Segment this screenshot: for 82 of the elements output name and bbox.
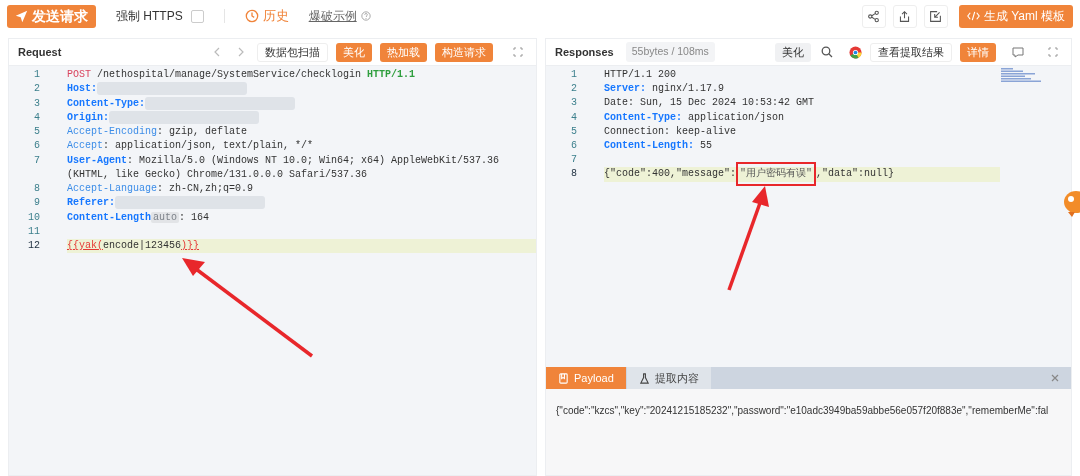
fullscreen-icon[interactable]	[513, 47, 523, 57]
code-line: Content-Type: application/json	[604, 111, 785, 123]
fullscreen-icon[interactable]	[1048, 47, 1058, 57]
code-line: {{yak(encode|123456)}}	[66, 240, 199, 251]
action-button[interactable]: 美化	[336, 42, 372, 62]
line-number: 8	[32, 182, 40, 197]
line-number: 2	[570, 82, 577, 97]
generate-yaml-button[interactable]: 生成 Yaml 模板	[958, 4, 1073, 28]
line-number: 1	[32, 68, 40, 82]
toolbar-button[interactable]: 查看提取结果	[870, 42, 952, 62]
code-text: Host:	[66, 83, 97, 95]
code-icon	[966, 11, 980, 21]
export-button[interactable]	[892, 4, 917, 28]
help-icon	[360, 11, 371, 21]
code-text: Referer:	[66, 197, 115, 209]
send-button[interactable]: 发送请求	[7, 4, 96, 28]
code-line: Accept-Encoding: gzip, deflate	[66, 126, 247, 138]
history-link[interactable]: 历史	[262, 6, 289, 26]
code-text: ,"data":null}	[816, 168, 895, 180]
flask-icon	[638, 372, 650, 384]
line-number: 5	[32, 125, 40, 140]
code-line: Server: nginx/1.17.9	[604, 83, 725, 95]
action-button[interactable]: 热加载	[380, 42, 427, 62]
example-link[interactable]: 爆破示例	[308, 7, 357, 25]
panel-title: Responses	[555, 44, 614, 60]
panel-tab[interactable]: Payload	[546, 367, 626, 389]
code-line: HTTP/1.1 200	[604, 69, 676, 80]
code-line: Content-Length: 55	[604, 140, 713, 151]
line-number: 6	[570, 139, 577, 153]
line-number: 6	[32, 139, 40, 154]
minimap-drawing	[1001, 68, 1041, 82]
auto-tag: auto	[151, 211, 179, 223]
line-number: 7	[32, 153, 40, 168]
book-icon	[558, 372, 569, 384]
code-line: User-Agent: Mozilla/5.0 (Windows NT 10.0; Win64; x64) AppleWebKit/537.36 (KHTML, like Gecko) Chrome/131.0.0.0 Safari/537.36	[66, 154, 501, 180]
line-number: 12	[26, 239, 40, 253]
chevron-left-icon[interactable]	[213, 47, 221, 57]
share-button[interactable]	[861, 4, 886, 28]
line-number: 10	[26, 210, 40, 225]
search-icon[interactable]	[821, 46, 833, 58]
import-button[interactable]	[923, 4, 948, 28]
clock-icon	[244, 9, 259, 23]
code-line: Accept: application/json, text/plain, */*	[66, 140, 314, 152]
line-number: 2	[32, 82, 40, 97]
action-button[interactable]: 构造请求	[435, 42, 493, 62]
line-number: 8	[570, 167, 577, 182]
boxed-code-text: "用户密码有误"	[736, 162, 817, 187]
code-text: Content-Type:	[66, 97, 145, 109]
code-line: POST /nethospital/manage/SystemService/checklogin HTTP/1.1	[66, 69, 416, 80]
line-number: 4	[570, 110, 577, 125]
code-line: Accept-Language: zh-CN,zh;q=0.9	[66, 183, 253, 195]
import-icon	[929, 9, 943, 23]
code-text: {"code":400,"message":	[604, 168, 737, 180]
line-number: 9	[32, 196, 40, 211]
code-line: Connection: keep-alive	[604, 125, 737, 137]
code-text: : 164	[179, 211, 209, 223]
https-checkbox[interactable]	[190, 9, 204, 23]
toolbar-button[interactable]: 美化	[775, 42, 811, 62]
export-icon	[898, 9, 912, 23]
chevron-right-icon[interactable]	[237, 47, 245, 57]
code-text: Content-Length	[66, 211, 151, 223]
line-number: 11	[26, 224, 40, 239]
share-icon	[867, 9, 881, 23]
panel-title: Request	[18, 44, 62, 60]
line-number: 7	[570, 153, 577, 168]
action-button[interactable]: 详情	[960, 42, 996, 62]
response-stats: 55bytes / 108ms	[625, 42, 715, 62]
close-icon[interactable]	[1051, 374, 1059, 382]
line-number: 4	[32, 110, 40, 125]
force-https-label: 强制 HTTPS	[116, 8, 183, 25]
code-line: Date: Sun, 15 Dec 2024 10:53:42 GMT	[604, 97, 815, 109]
line-number: 3	[570, 96, 577, 111]
browser-icon[interactable]	[849, 45, 862, 59]
line-number: 5	[570, 124, 577, 139]
code-text: Origin:	[66, 112, 109, 124]
toolbar-button[interactable]: 数据包扫描	[257, 42, 328, 62]
line-number: 1	[570, 68, 577, 82]
comment-icon[interactable]	[1012, 46, 1024, 58]
paper-plane-icon	[15, 9, 28, 23]
line-number: 3	[32, 96, 40, 111]
panel-tab[interactable]: 提取内容	[626, 367, 711, 389]
payload-text: {"code":"kzcs","key":"20241215185232","password":"e10adc3949ba59abbe56e057f20f883e","rememberMe":fal	[555, 404, 1050, 418]
